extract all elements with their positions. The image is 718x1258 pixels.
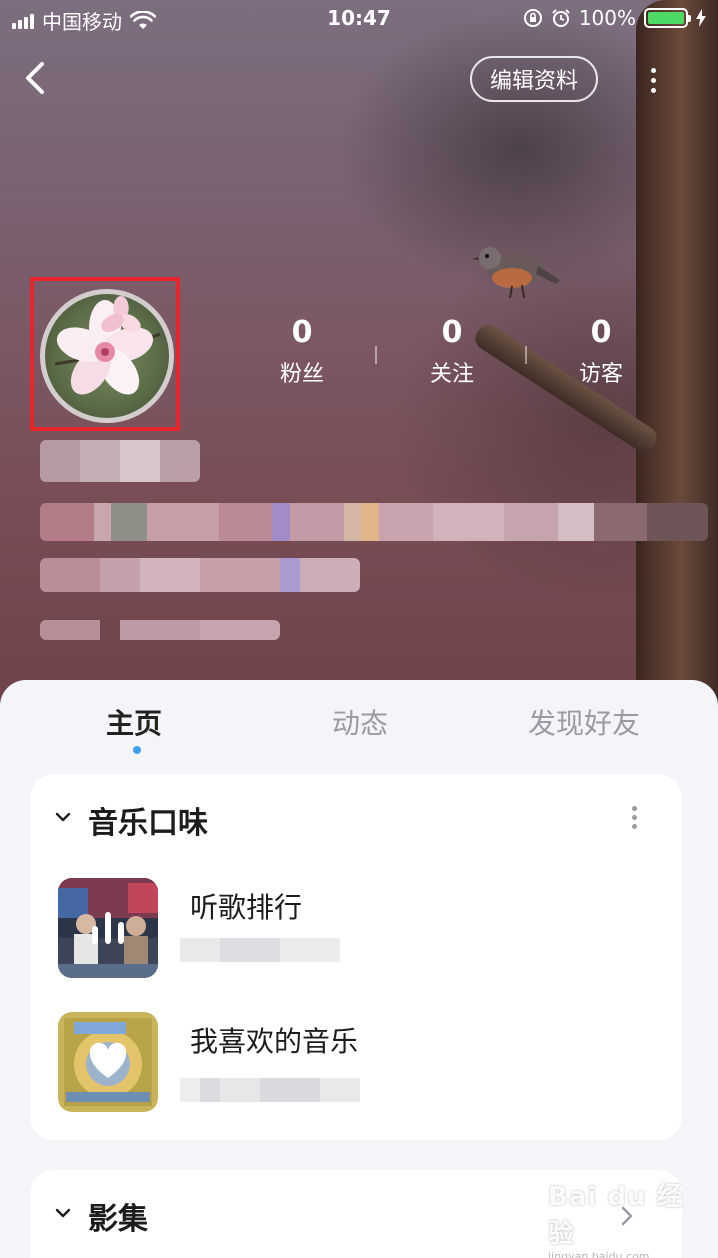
stat-divider xyxy=(525,346,527,364)
ranking-subtitle-obscured xyxy=(180,938,340,962)
status-bar: 中国移动 10:47 100% xyxy=(0,0,718,38)
followers-count: 0 xyxy=(291,315,313,350)
music-taste-card: 音乐口味 听歌排行 我喜欢的音乐 xyxy=(30,774,682,1140)
watermark-logo: Bai du 经验 xyxy=(548,1182,684,1249)
list-item-liked-music[interactable]: 我喜欢的音乐 xyxy=(58,1012,658,1112)
tab-activity[interactable]: 动态 xyxy=(332,702,388,742)
carrier-label: 中国移动 xyxy=(42,10,122,34)
chevron-left-icon xyxy=(26,62,44,94)
chevron-down-icon[interactable] xyxy=(54,808,72,826)
tab-home[interactable]: 主页 xyxy=(106,702,162,742)
avatar[interactable] xyxy=(40,289,174,423)
following-count: 0 xyxy=(441,315,463,350)
wifi-icon xyxy=(130,10,156,29)
bird-image xyxy=(472,247,560,299)
followers-label: 粉丝 xyxy=(279,362,324,387)
profile-tab-bar: 主页 动态 发现好友 xyxy=(0,680,718,770)
chevron-down-icon[interactable] xyxy=(54,1204,72,1222)
rotation-lock-icon xyxy=(523,9,542,27)
tab-discover-friends[interactable]: 发现好友 xyxy=(528,702,640,742)
sound-wave-icon xyxy=(92,912,124,944)
bio-line-2-obscured xyxy=(40,558,360,592)
following-stat[interactable]: 0 关注 xyxy=(392,313,512,393)
location-line-obscured xyxy=(40,620,280,640)
album-title: 影集 xyxy=(88,1202,148,1237)
more-options-button[interactable] xyxy=(640,62,666,98)
ranking-title: 听歌排行 xyxy=(190,891,303,924)
liked-music-subtitle-obscured xyxy=(180,1078,360,1102)
liked-music-title: 我喜欢的音乐 xyxy=(190,1025,359,1058)
active-tab-indicator xyxy=(133,746,141,754)
battery-icon xyxy=(644,8,691,28)
watermark-url: jingyan.baidu.com xyxy=(548,1250,650,1258)
stat-divider xyxy=(375,346,377,364)
followers-stat[interactable]: 0 粉丝 xyxy=(242,313,362,393)
alarm-icon xyxy=(552,9,570,27)
music-taste-title: 音乐口味 xyxy=(88,806,208,841)
username-obscured xyxy=(40,440,200,482)
charging-icon xyxy=(696,9,706,27)
following-label: 关注 xyxy=(429,362,474,387)
visitors-label: 访客 xyxy=(578,362,623,387)
liked-music-cover xyxy=(58,1012,158,1112)
baidu-jingyan-watermark: Bai du 经验 jingyan.baidu.com xyxy=(548,1176,708,1258)
visitors-stat[interactable]: 0 访客 xyxy=(541,313,661,393)
bio-line-1-obscured xyxy=(40,503,708,541)
profile-content-sheet: 主页 动态 发现好友 音乐口味 听歌排行 我喜欢的音乐 影集 xyxy=(0,680,718,1258)
edit-profile-button[interactable]: 编辑资料 xyxy=(470,56,598,102)
music-card-more-button[interactable] xyxy=(630,806,638,829)
flower-photo xyxy=(54,296,161,395)
heart-icon xyxy=(89,1042,127,1078)
ranking-cover xyxy=(58,878,158,978)
visitors-count: 0 xyxy=(590,315,612,350)
signal-icon xyxy=(12,13,34,29)
back-button[interactable] xyxy=(20,58,56,98)
list-item-listening-ranking[interactable]: 听歌排行 xyxy=(58,878,658,978)
battery-percent: 100% xyxy=(578,6,636,30)
